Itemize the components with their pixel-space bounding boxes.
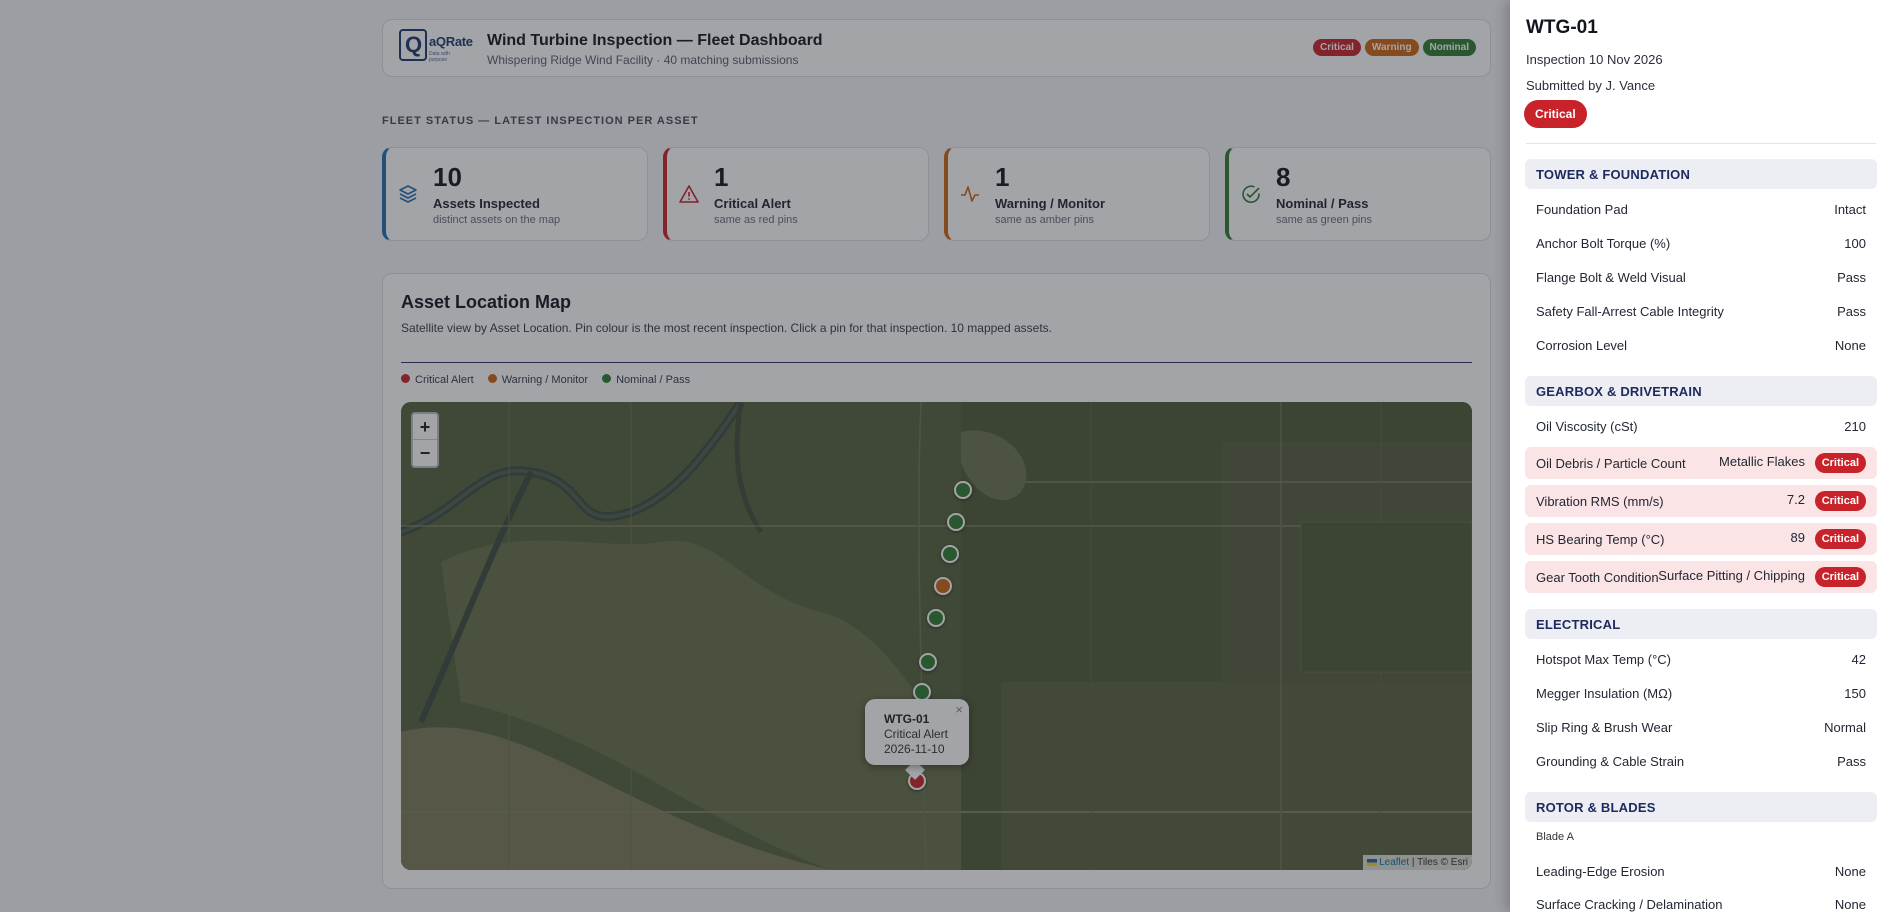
blade-subheading: Blade A bbox=[1536, 831, 1574, 843]
submitted-by: Submitted by J. Vance bbox=[1526, 78, 1656, 93]
critical-badge: Critical bbox=[1814, 567, 1866, 587]
drawer-divider bbox=[1526, 143, 1876, 144]
field-row: Flange Bolt & Weld Visual Pass bbox=[1536, 270, 1866, 285]
field-row: Grounding & Cable Strain Pass bbox=[1536, 754, 1866, 769]
modal-backdrop[interactable] bbox=[0, 0, 1510, 912]
inspection-date: Inspection 10 Nov 2026 bbox=[1526, 52, 1663, 67]
section-electrical: ELECTRICAL bbox=[1525, 609, 1877, 639]
field-row-critical: Vibration RMS (mm/s) 7.2 Critical bbox=[1525, 485, 1877, 517]
field-row: Surface Cracking / Delamination None bbox=[1536, 897, 1866, 912]
section-gearbox-drivetrain: GEARBOX & DRIVETRAIN bbox=[1525, 376, 1877, 406]
field-row: Leading-Edge Erosion None bbox=[1536, 864, 1866, 879]
inspection-detail-drawer: WTG-01 Inspection 10 Nov 2026 Submitted … bbox=[1510, 0, 1891, 912]
field-row: Corrosion Level None bbox=[1536, 338, 1866, 353]
field-row-critical: Oil Debris / Particle Count Metallic Flak… bbox=[1525, 447, 1877, 479]
section-tower-foundation: TOWER & FOUNDATION bbox=[1525, 159, 1877, 189]
section-rotor-blades: ROTOR & BLADES bbox=[1525, 792, 1877, 822]
field-row: Safety Fall-Arrest Cable Integrity Pass bbox=[1536, 304, 1866, 319]
critical-badge: Critical bbox=[1814, 491, 1866, 511]
field-row: Foundation Pad Intact bbox=[1536, 202, 1866, 217]
critical-badge: Critical bbox=[1814, 453, 1866, 473]
status-badge: Critical bbox=[1524, 100, 1587, 128]
field-row-critical: Gear Tooth Condition Surface Pitting / Ch… bbox=[1525, 561, 1877, 593]
field-row: Slip Ring & Brush Wear Normal bbox=[1536, 720, 1866, 735]
critical-badge: Critical bbox=[1814, 529, 1866, 549]
drawer-title: WTG-01 bbox=[1526, 17, 1598, 38]
field-row: Anchor Bolt Torque (%) 100 bbox=[1536, 236, 1866, 251]
field-row-critical: HS Bearing Temp (°C) 89 Critical bbox=[1525, 523, 1877, 555]
field-row: Oil Viscosity (cSt) 210 bbox=[1536, 419, 1866, 434]
field-row: Hotspot Max Temp (°C) 42 bbox=[1536, 652, 1866, 667]
field-row: Megger Insulation (MΩ) 150 bbox=[1536, 686, 1866, 701]
